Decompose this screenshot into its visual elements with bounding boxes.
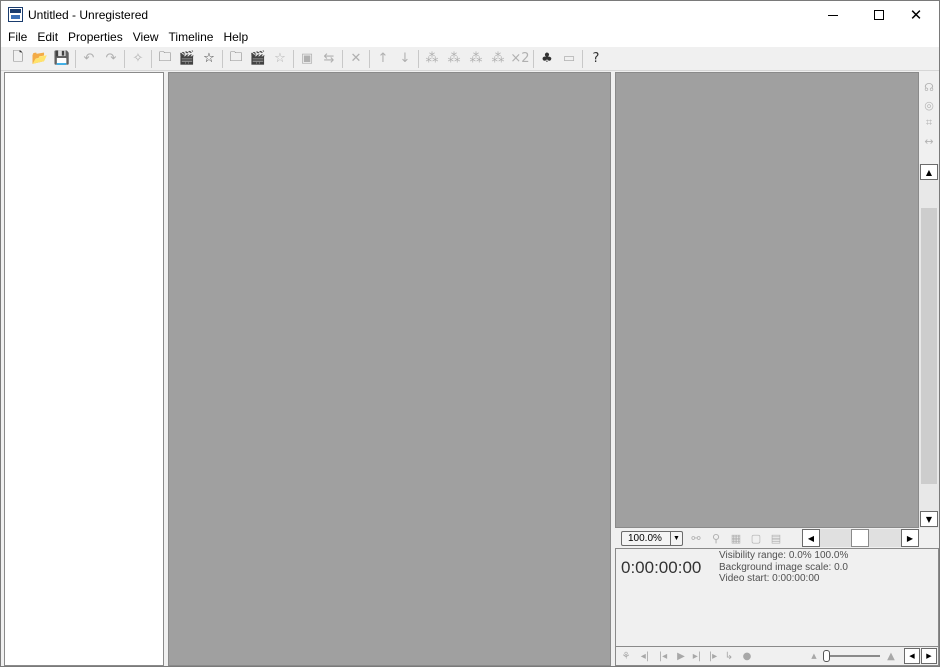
volume-high-icon: ▲ xyxy=(887,650,895,662)
node-link-icon[interactable]: ⁂ xyxy=(421,48,443,70)
toolbar-separator xyxy=(418,49,419,68)
node-branch-icon[interactable]: ⁂ xyxy=(443,48,465,70)
headphones-icon[interactable]: ☊ xyxy=(921,78,937,96)
toolbar-separator xyxy=(342,49,343,68)
toolbar-separator xyxy=(533,49,534,68)
background-image-scale: Background image scale: 0.0 xyxy=(719,561,848,573)
step-forward-icon[interactable]: |▸ xyxy=(706,648,720,664)
minimize-button[interactable] xyxy=(810,1,856,29)
wand-icon[interactable]: ⚘ xyxy=(619,648,633,664)
magic-wand-icon[interactable]: ✧ xyxy=(127,48,149,70)
toolbar-separator xyxy=(124,49,125,68)
layers-icon[interactable]: ▤ xyxy=(767,530,785,546)
window-title: Untitled - Unregistered xyxy=(28,8,149,22)
preview-canvas[interactable] xyxy=(615,72,919,528)
main-canvas[interactable] xyxy=(168,72,611,666)
menu-view[interactable]: View xyxy=(128,29,164,47)
scroll-up-button[interactable]: ▲ xyxy=(920,164,938,180)
grid-icon[interactable]: ▦ xyxy=(727,530,745,546)
visibility-range: Visibility range: 0.0% 100.0% xyxy=(719,550,849,561)
image-folder-icon[interactable]: ▣ xyxy=(296,48,318,70)
times-two-button[interactable]: ×2 xyxy=(509,48,531,70)
star-icon[interactable]: ☆ xyxy=(198,48,220,70)
loop-icon[interactable]: ↳ xyxy=(722,648,736,664)
save-icon[interactable]: 💾 xyxy=(51,48,73,70)
help-icon[interactable]: ? xyxy=(585,48,607,70)
leaf-icon[interactable]: ♣ xyxy=(536,48,558,70)
scroll-thumb[interactable] xyxy=(921,208,937,484)
menu-timeline[interactable]: Timeline xyxy=(164,29,219,47)
zoom-select[interactable]: 100.0% ▼ xyxy=(621,531,683,546)
add-scene-icon[interactable]: 🎬 xyxy=(247,48,269,70)
move-up-icon[interactable]: ↑ xyxy=(372,48,394,70)
frame-icon[interactable]: ▢ xyxy=(747,530,765,546)
pin-icon[interactable]: ⚲ xyxy=(707,530,725,546)
info-panel: 0:00:00:00 Visibility range: 0.0% 100.0%… xyxy=(615,548,939,647)
toolbar-separator xyxy=(293,49,294,68)
record-icon[interactable]: ● xyxy=(740,648,754,664)
move-down-icon[interactable]: ↓ xyxy=(394,48,416,70)
minimize-icon xyxy=(828,14,838,16)
step-back-icon[interactable]: ◂| xyxy=(638,648,652,664)
project-tree-pane[interactable] xyxy=(4,72,164,666)
add-folder-icon[interactable]: 🗀 xyxy=(225,48,247,70)
delete-icon[interactable]: ✕ xyxy=(345,48,367,70)
zoom-value: 100.0% xyxy=(628,533,662,544)
toolbar-separator xyxy=(369,49,370,68)
maximize-icon xyxy=(874,10,884,20)
clapperboard-icon[interactable]: 🎬 xyxy=(176,48,198,70)
open-folder-icon[interactable]: 📂 xyxy=(29,48,51,70)
play-icon[interactable]: ▶ xyxy=(674,648,688,664)
menu-file[interactable]: File xyxy=(3,29,32,47)
link-icon[interactable]: ⚯ xyxy=(687,530,705,546)
scroll-right-button[interactable]: ▶ xyxy=(901,529,919,547)
scroll-left-button[interactable]: ◀ xyxy=(904,648,920,664)
main-toolbar: 🗋 📂 💾 ↶ ↷ ✧ 🗀 🎬 ☆ 🗀 🎬 ☆ ▣ ⇆ ✕ ↑ ↓ ⁂ ⁂ ⁂ … xyxy=(1,47,939,71)
node-split-icon[interactable]: ⁂ xyxy=(487,48,509,70)
folder-icon[interactable]: 🗀 xyxy=(154,48,176,70)
redo-icon[interactable]: ↷ xyxy=(100,48,122,70)
video-start: Video start: 0:00:00:00 xyxy=(719,573,820,584)
zoom-bar: 100.0% ▼ ⚯ ⚲ ▦ ▢ ▤ ◀ ▶ xyxy=(615,528,939,548)
undo-icon[interactable]: ↶ xyxy=(78,48,100,70)
menu-properties[interactable]: Properties xyxy=(63,29,128,47)
preview-vertical-scrollbar[interactable]: ▲ ▼ xyxy=(919,164,939,528)
crop-icon[interactable]: ⌗ xyxy=(921,114,937,132)
toolbar-separator xyxy=(151,49,152,68)
picture-icon[interactable]: ▭ xyxy=(558,48,580,70)
target-icon[interactable]: ◎ xyxy=(921,96,937,114)
app-window: Untitled - Unregistered ✕ File Edit Prop… xyxy=(0,0,940,667)
node-merge-icon[interactable]: ⁂ xyxy=(465,48,487,70)
go-end-icon[interactable]: ▸| xyxy=(690,648,704,664)
volume-low-icon: ▲ xyxy=(811,652,817,660)
go-start-icon[interactable]: |◂ xyxy=(656,648,670,664)
close-button[interactable]: ✕ xyxy=(893,1,939,29)
toolbar-separator xyxy=(75,49,76,68)
info-lines: Visibility range: 0.0% 100.0% Background… xyxy=(719,550,848,585)
scroll-right-button[interactable]: ▶ xyxy=(921,648,937,664)
chevron-down-icon[interactable]: ▼ xyxy=(670,532,682,545)
horizontal-scroll-thumb[interactable] xyxy=(851,529,869,547)
new-file-icon[interactable]: 🗋 xyxy=(7,48,29,70)
volume-slider-thumb[interactable] xyxy=(823,650,830,662)
timecode: 0:00:00:00 xyxy=(621,558,702,577)
volume-slider-track[interactable] xyxy=(828,655,880,657)
close-icon: ✕ xyxy=(909,5,923,24)
scroll-left-button[interactable]: ◀ xyxy=(802,529,820,547)
preview-tools: ☊ ◎ ⌗ ↔ xyxy=(919,72,939,164)
menu-bar: File Edit Properties View Timeline Help xyxy=(1,29,939,47)
resize-icon[interactable]: ↔ xyxy=(921,132,937,150)
title-bar: Untitled - Unregistered ✕ xyxy=(1,1,939,29)
flip-icon[interactable]: ⇆ xyxy=(318,48,340,70)
app-icon xyxy=(8,7,23,22)
menu-edit[interactable]: Edit xyxy=(32,29,63,47)
add-star-icon[interactable]: ☆ xyxy=(269,48,291,70)
toolbar-separator xyxy=(582,49,583,68)
playback-bar: ⚘ ◂| |◂ ▶ ▸| |▸ ↳ ● ▲ ▲ ◀ ▶ xyxy=(615,647,939,666)
menu-help[interactable]: Help xyxy=(218,29,253,47)
scroll-down-button[interactable]: ▼ xyxy=(920,511,938,527)
toolbar-separator xyxy=(222,49,223,68)
